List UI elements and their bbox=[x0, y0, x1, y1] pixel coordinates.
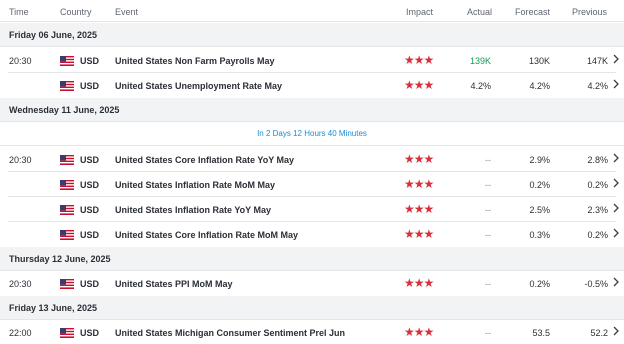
column-header-forecast[interactable]: Forecast bbox=[515, 7, 550, 17]
event-row[interactable]: USD United States Unemployment Rate May … bbox=[0, 73, 624, 98]
event-row[interactable]: USD United States Inflation Rate YoY May… bbox=[0, 197, 624, 222]
event-time: 20:30 bbox=[9, 56, 32, 66]
event-previous: 147K bbox=[586, 56, 608, 66]
us-flag-icon bbox=[60, 155, 74, 165]
event-actual: -- bbox=[485, 230, 491, 240]
column-header-time[interactable]: Time bbox=[9, 7, 29, 17]
event-name: United States Core Inflation Rate YoY Ma… bbox=[115, 155, 295, 165]
event-forecast: 0.2% bbox=[529, 180, 550, 190]
event-row[interactable]: 22:00 USD United States Michigan Consume… bbox=[0, 320, 624, 344]
event-row[interactable]: USD United States Inflation Rate MoM May… bbox=[0, 172, 624, 197]
chevron-right-icon[interactable] bbox=[612, 203, 620, 213]
chevron-right-icon[interactable] bbox=[612, 277, 620, 287]
column-header-country[interactable]: Country bbox=[60, 7, 92, 17]
event-forecast: 2.9% bbox=[529, 155, 550, 165]
column-header-previous[interactable]: Previous bbox=[572, 7, 607, 17]
event-name: United States Non Farm Payrolls May bbox=[115, 56, 275, 66]
us-flag-icon bbox=[60, 205, 74, 215]
impact-stars-icon: ★★★ bbox=[404, 152, 434, 166]
event-currency: USD bbox=[80, 205, 100, 215]
event-name: United States Unemployment Rate May bbox=[115, 81, 283, 91]
event-forecast: 53.5 bbox=[532, 328, 550, 338]
event-previous: 2.3% bbox=[587, 205, 608, 215]
impact-stars-icon: ★★★ bbox=[404, 276, 434, 290]
event-currency: USD bbox=[80, 328, 100, 338]
event-currency: USD bbox=[80, 230, 100, 240]
us-flag-icon bbox=[60, 328, 74, 338]
event-time: 20:30 bbox=[9, 279, 32, 289]
chevron-right-icon[interactable] bbox=[612, 79, 620, 89]
event-name: United States Michigan Consumer Sentimen… bbox=[115, 328, 346, 338]
chevron-right-icon[interactable] bbox=[612, 178, 620, 188]
countdown-text: In 2 Days 12 Hours 40 Minutes bbox=[257, 129, 367, 138]
us-flag-icon bbox=[60, 81, 74, 91]
event-currency: USD bbox=[80, 279, 100, 289]
event-actual: -- bbox=[485, 279, 491, 289]
event-forecast: 2.5% bbox=[529, 205, 550, 215]
event-actual: -- bbox=[485, 155, 491, 165]
impact-stars-icon: ★★★ bbox=[404, 227, 434, 241]
event-currency: USD bbox=[80, 81, 100, 91]
event-actual: 139K bbox=[469, 56, 491, 66]
countdown-row: In 2 Days 12 Hours 40 Minutes bbox=[0, 122, 624, 146]
event-previous: 0.2% bbox=[587, 230, 608, 240]
event-previous: 2.8% bbox=[587, 155, 608, 165]
event-row[interactable]: 20:30 USD United States Core Inflation R… bbox=[0, 147, 624, 172]
date-label: Thursday 12 June, 2025 bbox=[9, 254, 111, 264]
us-flag-icon bbox=[60, 180, 74, 190]
event-actual: -- bbox=[485, 328, 491, 338]
column-header-impact[interactable]: Impact bbox=[406, 7, 433, 17]
column-header-actual[interactable]: Actual bbox=[467, 7, 492, 17]
date-label: Friday 06 June, 2025 bbox=[9, 30, 98, 40]
event-name: United States PPI MoM May bbox=[115, 279, 233, 289]
event-previous: 0.2% bbox=[587, 180, 608, 190]
date-group-header: Thursday 12 June, 2025 bbox=[0, 247, 624, 271]
event-time: 22:00 bbox=[9, 328, 32, 338]
event-currency: USD bbox=[80, 180, 100, 190]
event-actual: -- bbox=[485, 180, 491, 190]
chevron-right-icon[interactable] bbox=[612, 153, 620, 163]
date-group-header: Friday 06 June, 2025 bbox=[0, 23, 624, 47]
event-previous: 4.2% bbox=[587, 81, 608, 91]
chevron-right-icon[interactable] bbox=[612, 228, 620, 238]
impact-stars-icon: ★★★ bbox=[404, 78, 434, 92]
event-actual: -- bbox=[485, 205, 491, 215]
event-actual: 4.2% bbox=[470, 81, 491, 91]
us-flag-icon bbox=[60, 230, 74, 240]
event-row[interactable]: 20:30 USD United States Non Farm Payroll… bbox=[0, 48, 624, 73]
event-forecast: 4.2% bbox=[529, 81, 550, 91]
event-time: 20:30 bbox=[9, 155, 32, 165]
table-header: Time Country Event Impact Actual Forecas… bbox=[0, 0, 624, 22]
event-currency: USD bbox=[80, 56, 100, 66]
event-row[interactable]: 20:30 USD United States PPI MoM May ★★★ … bbox=[0, 271, 624, 296]
us-flag-icon bbox=[60, 56, 74, 66]
date-group-header: Wednesday 11 June, 2025 bbox=[0, 98, 624, 122]
chevron-right-icon[interactable] bbox=[612, 326, 620, 336]
event-name: United States Inflation Rate MoM May bbox=[115, 180, 276, 190]
event-row[interactable]: USD United States Core Inflation Rate Mo… bbox=[0, 222, 624, 247]
event-previous: 52.2 bbox=[590, 328, 608, 338]
impact-stars-icon: ★★★ bbox=[404, 177, 434, 191]
event-forecast: 130K bbox=[528, 56, 550, 66]
event-forecast: 0.3% bbox=[529, 230, 550, 240]
column-header-event[interactable]: Event bbox=[115, 7, 138, 17]
event-currency: USD bbox=[80, 155, 100, 165]
event-previous: -0.5% bbox=[584, 279, 608, 289]
impact-stars-icon: ★★★ bbox=[404, 53, 434, 67]
event-name: United States Core Inflation Rate MoM Ma… bbox=[115, 230, 299, 240]
event-forecast: 0.2% bbox=[529, 279, 550, 289]
event-name: United States Inflation Rate YoY May bbox=[115, 205, 272, 215]
chevron-right-icon[interactable] bbox=[612, 54, 620, 64]
impact-stars-icon: ★★★ bbox=[404, 325, 434, 339]
impact-stars-icon: ★★★ bbox=[404, 202, 434, 216]
date-label: Wednesday 11 June, 2025 bbox=[9, 105, 120, 115]
date-group-header: Friday 13 June, 2025 bbox=[0, 296, 624, 320]
date-label: Friday 13 June, 2025 bbox=[9, 303, 98, 313]
us-flag-icon bbox=[60, 279, 74, 289]
